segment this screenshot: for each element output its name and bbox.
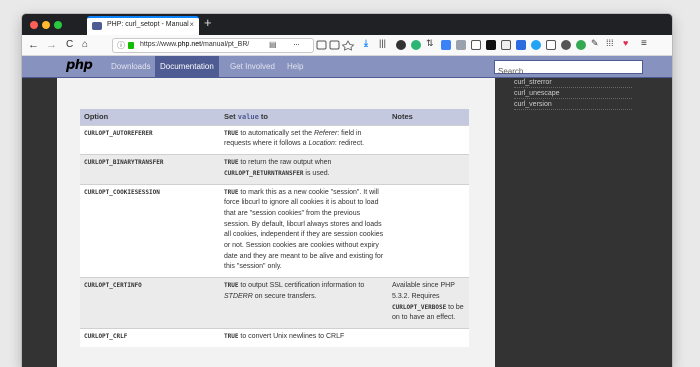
library-icon[interactable]: ||| bbox=[379, 38, 386, 48]
extension-dark-icon[interactable] bbox=[486, 40, 496, 50]
option-notes bbox=[388, 327, 469, 347]
pocket-icon[interactable] bbox=[316, 40, 327, 50]
pocket-save-icon[interactable]: ♥ bbox=[623, 38, 628, 48]
extension-word-icon[interactable] bbox=[516, 40, 526, 50]
tab-strip: PHP: curl_setopt - Manual × + bbox=[22, 14, 672, 35]
option-notes: Available since PHP 5.3.2. Requires CURL… bbox=[388, 277, 469, 329]
php-favicon-icon bbox=[92, 22, 102, 30]
right-sidebar: curl_strerror curl_unescape curl_version bbox=[495, 78, 672, 367]
left-gutter bbox=[27, 78, 57, 367]
extension-icon[interactable] bbox=[396, 40, 406, 50]
nav-documentation[interactable]: Documentation bbox=[155, 56, 219, 78]
nav-help[interactable]: Help bbox=[282, 56, 308, 78]
info-icon[interactable]: ⓘ bbox=[117, 40, 125, 51]
maximize-window-button[interactable] bbox=[54, 21, 62, 29]
option-notes bbox=[388, 124, 469, 155]
header-option: Option bbox=[80, 109, 220, 126]
nav-get-involved[interactable]: Get Involved bbox=[225, 56, 280, 78]
reload-button[interactable]: C bbox=[66, 38, 73, 52]
extension-gear-icon[interactable] bbox=[561, 40, 571, 50]
header-notes: Notes bbox=[388, 109, 469, 126]
bookmark-star-icon[interactable] bbox=[341, 40, 355, 51]
hamburger-menu-icon[interactable]: ≡ bbox=[641, 38, 647, 49]
browser-window: PHP: curl_setopt - Manual × + ← → C ⌂ ⓘ … bbox=[22, 14, 672, 367]
table-row: CURLOPT_AUTOREFERER TRUE to automaticall… bbox=[80, 124, 469, 155]
apps-grid-icon[interactable]: ⁞⁞⁞ bbox=[606, 38, 614, 48]
table-row: CURLOPT_BINARYTRANSFER TRUE to return th… bbox=[80, 154, 469, 185]
grammarly-icon[interactable] bbox=[411, 40, 421, 50]
option-name: CURLOPT_AUTOREFERER bbox=[80, 124, 220, 155]
close-window-button[interactable] bbox=[30, 21, 38, 29]
url-bar-actions bbox=[316, 40, 355, 51]
search-box[interactable] bbox=[494, 60, 643, 78]
eyedropper-icon[interactable]: ✎ bbox=[591, 38, 599, 49]
extension-blue-icon[interactable] bbox=[441, 40, 451, 50]
table-row: CURLOPT_CRLF TRUE to convert Unix newlin… bbox=[80, 327, 469, 347]
sidebar-item-curl-version[interactable]: curl_version bbox=[514, 100, 632, 110]
option-name: CURLOPT_COOKIESESSION bbox=[80, 183, 220, 278]
extension-green-icon[interactable] bbox=[576, 40, 586, 50]
sidebar-toggle-icon[interactable] bbox=[471, 40, 481, 50]
tab-close-button[interactable]: × bbox=[189, 20, 194, 29]
option-name: CURLOPT_CRLF bbox=[80, 327, 220, 347]
translate-icon[interactable]: ⇅ bbox=[426, 38, 434, 49]
screenshot-tool-icon[interactable] bbox=[501, 40, 511, 50]
extension-sync-icon[interactable] bbox=[531, 40, 541, 50]
screenshot-icon[interactable] bbox=[329, 40, 340, 50]
option-notes bbox=[388, 183, 469, 278]
nav-downloads[interactable]: Downloads bbox=[106, 56, 156, 78]
header-set-value: Set value to bbox=[220, 109, 388, 126]
search-input[interactable] bbox=[495, 65, 642, 78]
table-row: CURLOPT_COOKIESESSION TRUE to mark this … bbox=[80, 183, 469, 278]
home-button[interactable]: ⌂ bbox=[82, 38, 88, 52]
back-button[interactable]: ← bbox=[28, 38, 39, 52]
nav-toolbar: ← → C ⌂ ⓘ https://www.php.net/manual/pt_… bbox=[22, 35, 672, 56]
minimize-window-button[interactable] bbox=[42, 21, 50, 29]
extension-gray-icon[interactable] bbox=[456, 40, 466, 50]
option-description: TRUE to output SSL certification informa… bbox=[220, 277, 388, 329]
sidebar-item-curl-strerror[interactable]: curl_strerror bbox=[514, 78, 632, 88]
page-actions-button[interactable]: ··· bbox=[293, 39, 300, 49]
browser-tab[interactable]: PHP: curl_setopt - Manual × bbox=[87, 16, 199, 35]
table-row: CURLOPT_CERTINFO TRUE to output SSL cert… bbox=[80, 277, 469, 329]
option-description: TRUE to return the raw output when CURLO… bbox=[220, 154, 388, 185]
reader-view-icon[interactable]: ▤ bbox=[269, 40, 277, 49]
download-icon[interactable]: ⤓ bbox=[364, 38, 368, 49]
option-description: TRUE to convert Unix newlines to CRLF bbox=[220, 327, 388, 347]
table-header-row: Option Set value to Notes bbox=[80, 109, 469, 126]
lock-icon bbox=[128, 42, 134, 49]
option-name: CURLOPT_CERTINFO bbox=[80, 277, 220, 329]
option-name: CURLOPT_BINARYTRANSFER bbox=[80, 154, 220, 185]
option-notes bbox=[388, 154, 469, 185]
option-description: TRUE to mark this as a new cookie "sessi… bbox=[220, 183, 388, 278]
extension-clipboard-icon[interactable] bbox=[546, 40, 556, 50]
url-bar[interactable]: ⓘ https://www.php.net/manual/pt_BR/ ▤ ··… bbox=[112, 38, 314, 53]
forward-button[interactable]: → bbox=[46, 38, 57, 52]
sidebar-item-curl-unescape[interactable]: curl_unescape bbox=[514, 89, 632, 99]
curl-options-table: Option Set value to Notes CURLOPT_AUTORE… bbox=[80, 109, 469, 347]
tab-title: PHP: curl_setopt - Manual bbox=[107, 21, 189, 28]
php-logo[interactable]: php bbox=[66, 58, 93, 73]
new-tab-button[interactable]: + bbox=[204, 15, 212, 30]
option-description: TRUE to automatically set the Referer: f… bbox=[220, 124, 388, 155]
url-text[interactable]: https://www.php.net/manual/pt_BR/ bbox=[140, 41, 250, 48]
php-header-nav: php Downloads Documentation Get Involved… bbox=[22, 56, 672, 78]
